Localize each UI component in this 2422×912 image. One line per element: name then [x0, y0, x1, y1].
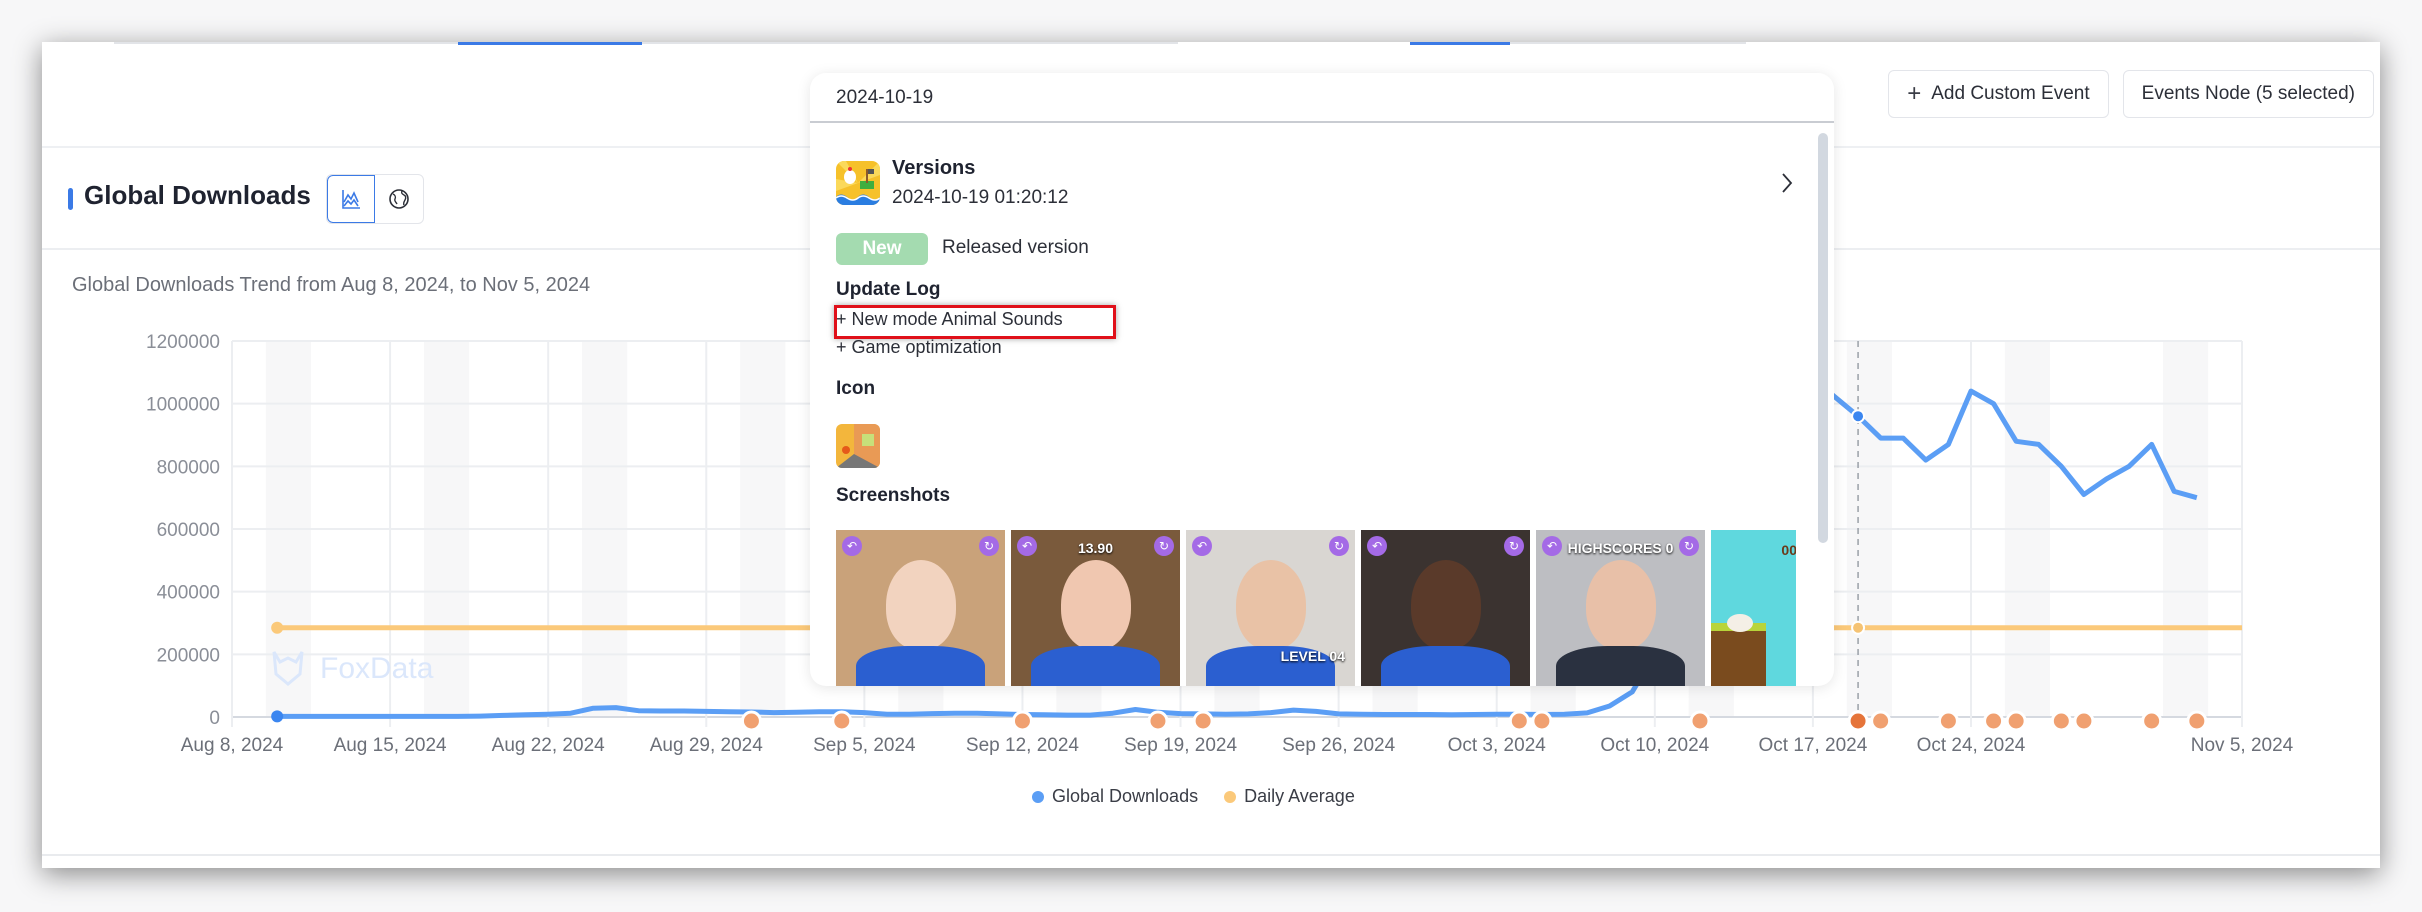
divider: [42, 854, 2380, 856]
screenshot-thumbnail[interactable]: ↶ ↻: [836, 530, 1005, 686]
event-marker[interactable]: [1508, 710, 1530, 732]
back-icon: ↶: [1192, 536, 1212, 556]
person-face: [1060, 560, 1131, 650]
chart-legend: Global Downloads Daily Average: [1032, 786, 1355, 807]
event-marker[interactable]: [1937, 710, 1959, 732]
x-tick-label: Sep 12, 2024: [966, 735, 1079, 756]
legend-label: Global Downloads: [1052, 786, 1199, 806]
legend-dot: [1032, 790, 1044, 803]
legend-item-daily-average[interactable]: Daily Average: [1224, 786, 1355, 807]
app-icon: [836, 161, 880, 205]
x-tick-label: Oct 24, 2024: [1917, 735, 2026, 756]
x-tick-label: Sep 26, 2024: [1282, 735, 1395, 756]
hover-point-downloads: [1851, 409, 1866, 424]
popup-date: 2024-10-19: [836, 87, 934, 108]
y-tick-label: 400000: [157, 583, 220, 604]
event-marker[interactable]: [2186, 710, 2208, 732]
event-marker[interactable]: [2141, 710, 2163, 732]
divider: [810, 121, 1834, 123]
person-body: [1381, 646, 1510, 686]
event-marker[interactable]: [2073, 710, 2095, 732]
screenshot-thumbnail[interactable]: 00: [1711, 530, 1796, 686]
x-tick-label: Nov 5, 2024: [2191, 735, 2294, 756]
y-tick-label: 1200000: [146, 332, 220, 353]
event-marker[interactable]: [740, 710, 762, 732]
screenshot-thumbnail[interactable]: ↶ ↻ LEVEL 04: [1186, 530, 1355, 686]
y-tick-label: 0: [209, 708, 220, 729]
screenshot-thumbnail[interactable]: ↶ ↻ HIGHSCORES 0: [1536, 530, 1705, 686]
event-marker[interactable]: [831, 710, 853, 732]
x-tick-label: Oct 17, 2024: [1759, 735, 1868, 756]
y-tick-label: 800000: [157, 457, 220, 478]
person-face: [1585, 560, 1656, 650]
screenshots-title: Screenshots: [836, 485, 951, 506]
screenshot-thumbnail[interactable]: ↶ ↻ 13.90: [1011, 530, 1180, 686]
event-marker[interactable]: [1983, 710, 2005, 732]
x-tick-label: Sep 5, 2024: [813, 735, 916, 756]
legend-dot: [1224, 790, 1237, 803]
event-marker[interactable]: [1689, 710, 1711, 732]
person-face: [885, 560, 956, 650]
badge-description: Released version: [942, 237, 1089, 258]
back-icon: ↶: [842, 536, 862, 556]
x-tick-label: Aug 22, 2024: [492, 735, 605, 756]
x-tick-label: Aug 15, 2024: [334, 735, 447, 756]
screenshot-caption: LEVEL 04: [1280, 648, 1345, 664]
legend-item-global-downloads[interactable]: Global Downloads: [1032, 786, 1198, 807]
event-marker[interactable]: [1147, 710, 1169, 732]
event-marker[interactable]: [1870, 710, 1892, 732]
daily-average-start-point: [271, 621, 284, 634]
restart-icon: ↻: [1504, 536, 1524, 556]
y-tick-label: 1000000: [146, 395, 220, 416]
new-badge: New: [836, 233, 928, 265]
restart-icon: ↻: [979, 536, 999, 556]
global-downloads-start-point: [271, 710, 284, 723]
person-face: [1410, 560, 1481, 650]
update-log-item: + Game optimization: [836, 337, 1002, 357]
screenshot-caption: 00: [1781, 542, 1796, 558]
event-marker[interactable]: [1192, 710, 1214, 732]
event-marker[interactable]: [2005, 710, 2027, 732]
y-tick-label: 600000: [157, 520, 220, 541]
versions-title: Versions: [892, 157, 976, 179]
screenshot-thumbnail[interactable]: ↶ ↻: [1361, 530, 1530, 686]
event-marker[interactable]: [2050, 710, 2072, 732]
chevron-right-icon: [1782, 173, 1793, 193]
event-marker[interactable]: [1847, 710, 1869, 732]
sheep-sprite: [1727, 614, 1753, 632]
version-timestamp: 2024-10-19 01:20:12: [892, 187, 1069, 208]
hover-point-average: [1851, 620, 1866, 635]
back-icon: ↶: [1367, 536, 1387, 556]
icon-section-title: Icon: [836, 378, 876, 399]
person-body: [1031, 646, 1160, 686]
person-body: [1556, 646, 1685, 686]
restart-icon: ↻: [1329, 536, 1349, 556]
x-tick-label: Aug 29, 2024: [650, 735, 763, 756]
foxdata-watermark: FoxData: [320, 652, 434, 685]
platform-block: [1711, 623, 1766, 686]
x-tick-label: Aug 8, 2024: [181, 735, 284, 756]
update-log-title: Update Log: [836, 279, 941, 300]
screenshots-carousel[interactable]: ↶ ↻ ↶ ↻ 13.90 ↶ ↻ LEVEL 04 ↶ ↻ ↶ ↻ HIGHSCORES 0 00: [836, 530, 1796, 686]
y-tick-label: 200000: [157, 645, 220, 666]
open-version-button[interactable]: [1780, 171, 1794, 200]
person-body: [856, 646, 985, 686]
version-event-popup: 2024-10-19 Versions 2024-10-19 01:20:12 …: [810, 73, 1834, 686]
popup-scrollbar[interactable]: [1818, 133, 1828, 543]
screenshot-caption: 13.90: [1077, 540, 1114, 556]
person-face: [1235, 560, 1306, 650]
highlight-annotation-box: [834, 305, 1116, 339]
x-tick-label: Oct 3, 2024: [1448, 735, 1547, 756]
screenshot-caption: HIGHSCORES 0: [1567, 540, 1674, 556]
x-tick-label: Oct 10, 2024: [1600, 735, 1709, 756]
event-marker[interactable]: [1011, 710, 1033, 732]
event-marker[interactable]: [1531, 710, 1553, 732]
x-tick-label: Sep 19, 2024: [1124, 735, 1237, 756]
app-icon-thumbnail[interactable]: [836, 424, 880, 468]
legend-label: Daily Average: [1244, 786, 1355, 806]
